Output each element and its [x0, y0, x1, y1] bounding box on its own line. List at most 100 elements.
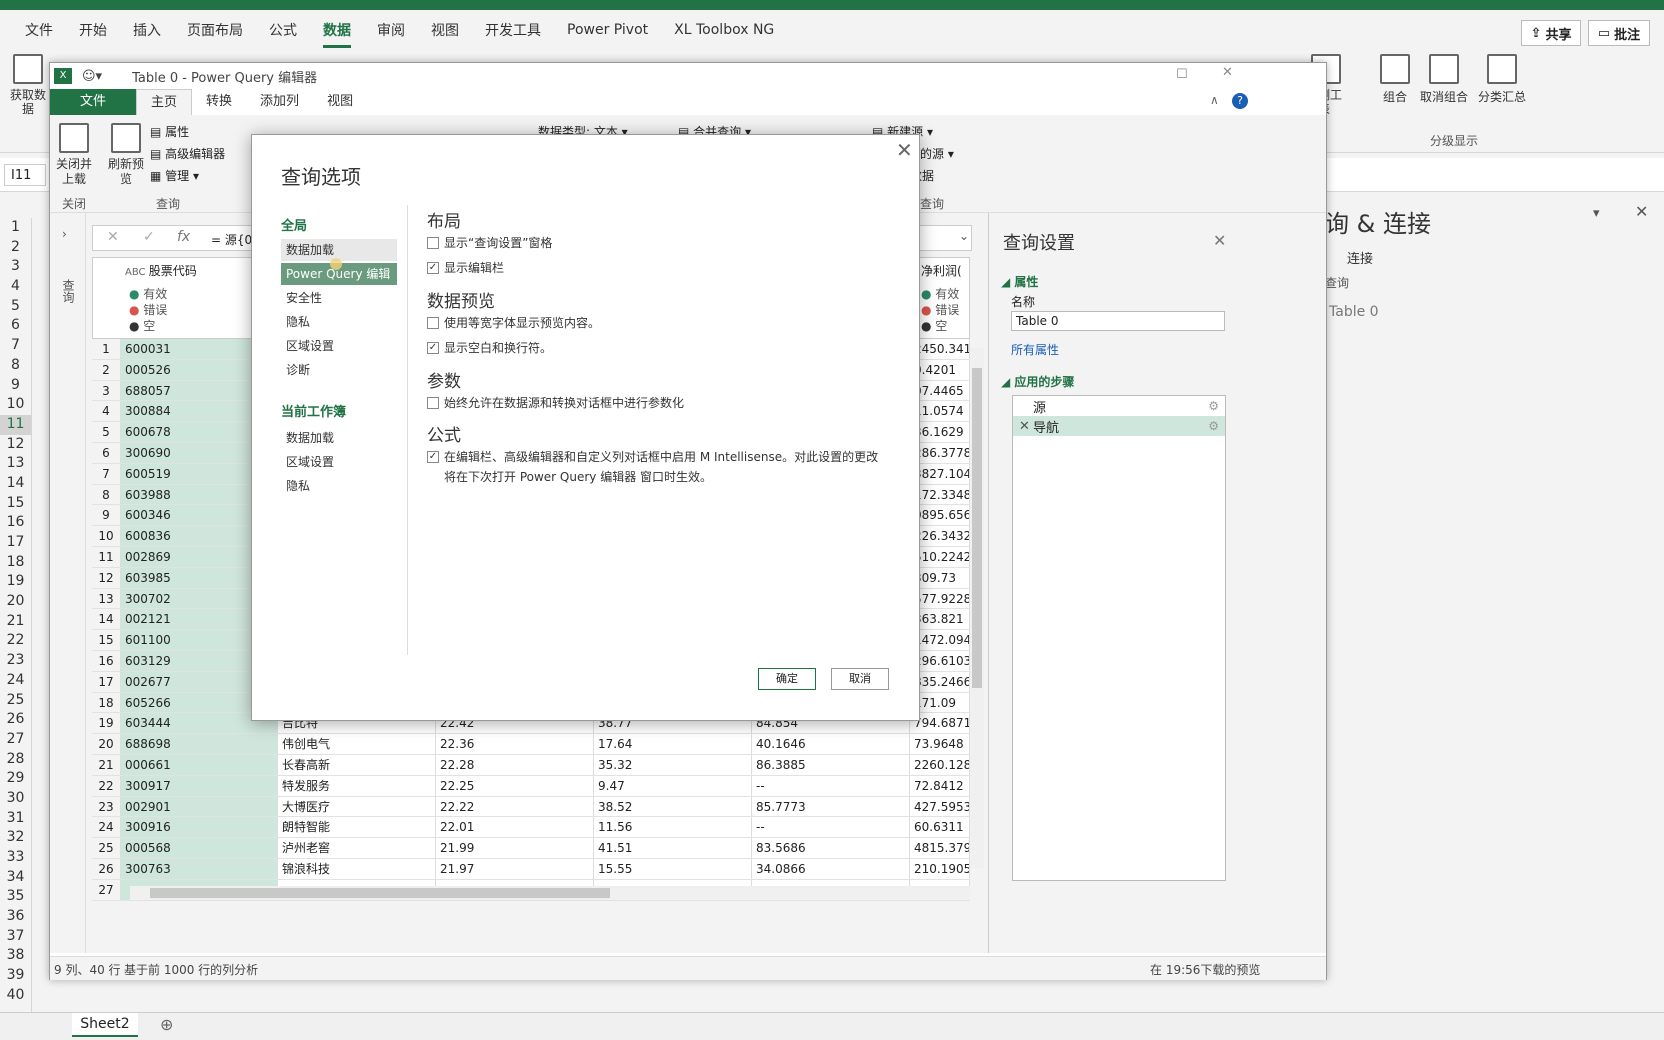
row-header[interactable]: 34 — [0, 868, 31, 888]
row-header[interactable]: 30 — [0, 789, 31, 809]
cell-i[interactable]: 14 — [92, 609, 121, 630]
cell-c2[interactable]: 35.32 — [594, 754, 752, 775]
cell-c1[interactable]: 22.01 — [436, 817, 594, 838]
close-icon[interactable]: ✕ — [1635, 202, 1648, 221]
horizontal-scrollbar[interactable] — [130, 886, 970, 900]
option-intellisense[interactable]: ✓ 在编辑栏、高级编辑器和自定义列对话框中启用 M Intellisense。对此… — [427, 447, 878, 487]
cell-i[interactable]: 6 — [92, 442, 121, 463]
row-header[interactable]: 14 — [0, 474, 31, 494]
table-row[interactable]: 24 300916 朗特智能 22.01 11.56 -- 60.6311 — [92, 817, 970, 839]
nav-global-security[interactable]: 安全性 — [281, 287, 397, 309]
row-header[interactable]: 38 — [0, 946, 31, 966]
table-row[interactable]: 23 002901 大博医疗 22.22 38.52 85.7773 427.5953 — [92, 796, 970, 818]
cell-name[interactable]: 特发服务 — [278, 775, 436, 796]
cell-i[interactable]: 25 — [92, 838, 121, 858]
column-header-right[interactable]: 净利润( ● 有效 ● 错误 ● 空 — [918, 257, 970, 339]
table-row[interactable]: 21000661长春高新22.2835.3286.38852260.1286 — [92, 754, 970, 776]
cell-i[interactable]: 16 — [92, 650, 121, 671]
table-row[interactable]: 20 688698 伟创电气 22.36 17.64 40.1646 73.9648 — [92, 734, 970, 755]
delete-step-icon[interactable]: ✕ — [1019, 419, 1033, 434]
cell-code[interactable]: 300917 — [121, 775, 278, 796]
menu-tab-8[interactable]: 开发工具 — [485, 20, 541, 40]
menu-tab-3[interactable]: 页面布局 — [187, 20, 243, 40]
nav-global-privacy[interactable]: 隐私 — [281, 311, 397, 333]
cell-i[interactable]: 12 — [92, 567, 121, 588]
tab-connections[interactable]: 连接 — [1347, 248, 1373, 267]
row-header[interactable]: 21 — [0, 612, 31, 632]
row-header[interactable]: 7 — [0, 336, 31, 356]
advanced-editor-button[interactable]: ▤ 高级编辑器 — [150, 145, 225, 162]
cell-i[interactable]: 24 — [92, 817, 121, 838]
row-header[interactable]: 28 — [0, 750, 31, 770]
cell-code[interactable]: 300916 — [121, 817, 278, 838]
cell-r[interactable]: 72.8412 — [910, 775, 970, 796]
cell-name[interactable]: 大博医疗 — [278, 796, 436, 817]
cell-c3[interactable]: 34.0866 — [752, 858, 910, 879]
pq-tab-0[interactable]: 文件 — [50, 89, 137, 115]
row-header[interactable]: 19 — [0, 572, 31, 592]
cell-code[interactable]: 300763 — [121, 858, 278, 879]
menu-tab-0[interactable]: 文件 — [25, 20, 53, 40]
cell-i[interactable]: 15 — [92, 630, 121, 650]
query-name-input[interactable]: Table 0 — [1011, 311, 1225, 331]
cell-c1[interactable]: 22.25 — [436, 775, 594, 796]
table-row[interactable]: 25 000568 泸州老窖 21.99 41.51 83.5686 4815.379 — [92, 838, 970, 859]
cell-code[interactable]: 000568 — [121, 838, 278, 858]
pane-dropdown-icon[interactable]: ▾ — [1593, 206, 1600, 221]
row-header[interactable]: 37 — [0, 927, 31, 947]
cell-i[interactable]: 2 — [92, 359, 121, 380]
cell-i[interactable]: 19 — [92, 713, 121, 734]
row-header[interactable]: 15 — [0, 494, 31, 514]
cell-i[interactable]: 3 — [92, 380, 121, 401]
nav-global-diagnostics[interactable]: 诊断 — [281, 359, 397, 381]
row-header[interactable]: 9 — [0, 376, 31, 396]
row-header[interactable]: 18 — [0, 553, 31, 573]
row-header[interactable]: 5 — [0, 297, 31, 317]
maximize-icon[interactable]: ☐ — [1176, 67, 1188, 82]
menu-tab-10[interactable]: XL Toolbox NG — [674, 22, 774, 38]
cell-c3[interactable]: 85.7773 — [752, 796, 910, 817]
menu-tab-9[interactable]: Power Pivot — [567, 22, 648, 38]
cell-c3[interactable]: 83.5686 — [752, 838, 910, 858]
cell-r[interactable]: 210.1905 — [910, 858, 970, 879]
cancel-button[interactable]: 取消 — [831, 668, 889, 690]
row-header[interactable]: 39 — [0, 966, 31, 986]
option-show-formula-bar[interactable]: ✓ 显示编辑栏 — [427, 258, 504, 278]
confirm-formula-icon[interactable]: ✓ — [143, 229, 155, 245]
option-parameterization[interactable]: 始终允许在数据源和转换对话框中进行参数化 — [427, 393, 684, 413]
cell-name[interactable]: 长春高新 — [278, 754, 436, 775]
cell-c3[interactable]: 40.1646 — [752, 734, 910, 754]
row-header[interactable]: 23 — [0, 651, 31, 671]
row-header[interactable]: 40 — [0, 986, 31, 1006]
manage-button[interactable]: ▦ 管理 ▾ — [150, 167, 199, 184]
menu-tab-4[interactable]: 公式 — [269, 20, 297, 40]
nav-global-regional[interactable]: 区域设置 — [281, 335, 397, 357]
cell-i[interactable]: 1 — [92, 339, 121, 359]
menu-tab-5[interactable]: 数据 — [323, 20, 351, 48]
cell-c2[interactable]: 9.47 — [594, 775, 752, 796]
row-header[interactable]: 16 — [0, 513, 31, 533]
row-header[interactable]: 1 — [0, 218, 31, 238]
menu-tab-6[interactable]: 审阅 — [377, 20, 405, 40]
table-row[interactable]: 22 300917 特发服务 22.25 9.47 -- 72.8412 — [92, 775, 970, 797]
smiley-icon[interactable]: ☺▾ — [82, 69, 102, 84]
query-item[interactable]: Table 0 — [1329, 304, 1379, 320]
scrollbar-thumb[interactable] — [150, 888, 610, 898]
cell-i[interactable]: 22 — [92, 775, 121, 796]
pq-tab-2[interactable]: 转换 — [192, 89, 246, 115]
checkbox-unchecked[interactable] — [427, 237, 439, 249]
cell-c1[interactable]: 22.28 — [436, 754, 594, 775]
row-header[interactable]: 35 — [0, 887, 31, 907]
checkbox-unchecked[interactable] — [427, 317, 439, 329]
cell-r[interactable]: 427.5953 — [910, 796, 970, 817]
row-header[interactable]: 27 — [0, 730, 31, 750]
step-navigation[interactable]: ✕ 导航 ⚙ — [1013, 416, 1225, 436]
cell-i[interactable]: 26 — [92, 858, 121, 879]
column-header-net-profit[interactable]: 净利润( — [921, 262, 962, 279]
cell-i[interactable]: 10 — [92, 526, 121, 546]
row-header[interactable]: 20 — [0, 592, 31, 612]
cell-c2[interactable]: 38.52 — [594, 796, 752, 817]
cell-c1[interactable]: 21.97 — [436, 858, 594, 879]
table-row[interactable]: 26 300763 锦浪科技 21.97 15.55 34.0866 210.1905 — [92, 858, 970, 880]
row-header[interactable]: 4 — [0, 277, 31, 297]
